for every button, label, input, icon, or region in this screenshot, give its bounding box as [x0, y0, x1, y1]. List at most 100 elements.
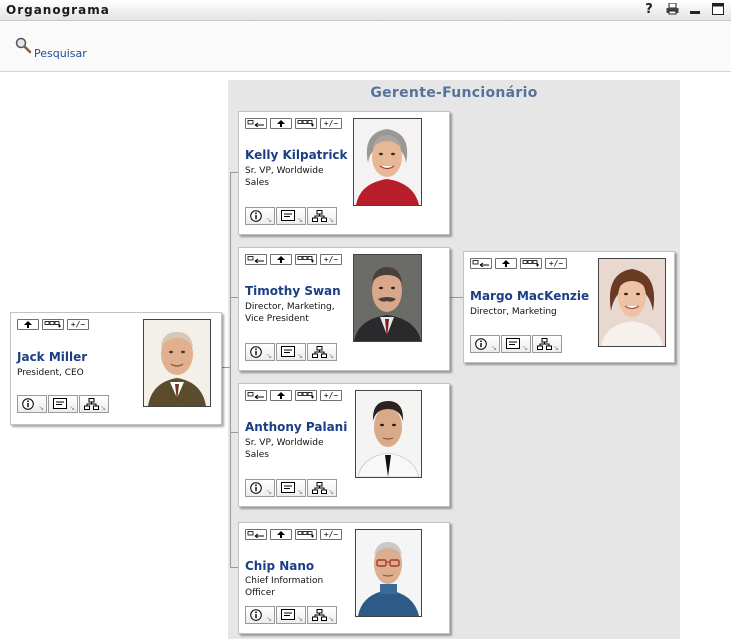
contact-card-button[interactable]: ↘: [48, 395, 78, 413]
search-label: Pesquisar: [34, 47, 87, 60]
org-chart-button[interactable]: ↘: [307, 207, 337, 225]
card-nav: +/−: [245, 529, 342, 540]
person-photo: [598, 258, 666, 347]
person-title: Director, Marketing, Vice President: [245, 301, 335, 325]
info-button[interactable]: ↘: [245, 343, 275, 361]
person-title-line: Officer: [245, 588, 275, 598]
show-manager-button[interactable]: [245, 529, 267, 540]
show-manager-button[interactable]: [245, 254, 267, 265]
show-reports-button[interactable]: [520, 258, 542, 269]
person-name[interactable]: Jack Miller: [17, 350, 87, 364]
person-title-line: Chief Information: [245, 576, 324, 586]
person-title-line: President, CEO: [17, 368, 84, 378]
person-card-margo-mackenzie: +/− Margo MacKenzie Director, Marketing …: [463, 251, 675, 363]
person-card-anthony-palani: +/− Anthony Palani Sr. VP, Worldwide Sal…: [238, 383, 450, 507]
show-reports-button[interactable]: [295, 254, 317, 265]
contact-card-button[interactable]: ↘: [276, 479, 306, 497]
search-link[interactable]: Pesquisar: [15, 37, 87, 60]
contact-card-button[interactable]: ↘: [501, 335, 531, 353]
person-title: President, CEO: [17, 367, 84, 379]
up-level-button[interactable]: [270, 118, 292, 129]
chart-title: Gerente-Funcionário: [370, 85, 538, 101]
org-chart-button[interactable]: ↘: [307, 479, 337, 497]
card-nav: +/−: [17, 319, 89, 330]
print-icon[interactable]: [665, 2, 679, 16]
card-nav: +/−: [245, 118, 342, 129]
expand-collapse-toggle[interactable]: +/−: [545, 258, 567, 269]
up-level-button[interactable]: [495, 258, 517, 269]
up-level-button[interactable]: [17, 319, 39, 330]
expand-collapse-toggle[interactable]: +/−: [320, 254, 342, 265]
person-title-line: Vice President: [245, 314, 309, 324]
info-button[interactable]: ↘: [245, 606, 275, 624]
contact-card-button[interactable]: ↘: [276, 606, 306, 624]
person-title-line: Sales: [245, 178, 269, 188]
person-title-line: Director, Marketing: [470, 307, 557, 317]
person-name[interactable]: Chip Nano: [245, 559, 314, 573]
toolbar: Pesquisar: [0, 21, 731, 72]
magnifier-icon: [15, 37, 33, 59]
person-card-timothy-swan: +/− Timothy Swan Director, Marketing, Vi…: [238, 247, 450, 371]
contact-card-button[interactable]: ↘: [276, 207, 306, 225]
up-level-button[interactable]: [270, 390, 292, 401]
person-title-line: Director, Marketing,: [245, 302, 335, 312]
person-title-line: Sr. VP, Worldwide: [245, 438, 324, 448]
contact-card-button[interactable]: ↘: [276, 343, 306, 361]
person-card-jack-miller: +/− Jack Miller President, CEO ↘ ↘ ↘: [10, 312, 222, 425]
card-actions: ↘ ↘ ↘: [245, 606, 338, 624]
card-actions: ↘ ↘ ↘: [245, 343, 338, 361]
person-title: Sr. VP, Worldwide Sales: [245, 165, 324, 189]
expand-collapse-toggle[interactable]: +/−: [320, 529, 342, 540]
title-bar: Organograma ?: [0, 0, 731, 21]
show-manager-button[interactable]: [470, 258, 492, 269]
person-title: Director, Marketing: [470, 306, 557, 318]
person-name[interactable]: Margo MacKenzie: [470, 289, 589, 303]
show-manager-button[interactable]: [245, 390, 267, 401]
window-controls: ?: [642, 2, 725, 17]
info-button[interactable]: ↘: [470, 335, 500, 353]
person-card-kelly-kilpatrick: +/− Kelly Kilpatrick Sr. VP, Worldwide S…: [238, 111, 450, 235]
person-photo: [353, 254, 422, 342]
card-nav: +/−: [245, 254, 342, 265]
minimize-icon[interactable]: [688, 2, 702, 16]
up-level-button[interactable]: [270, 529, 292, 540]
show-reports-button[interactable]: [42, 319, 64, 330]
org-chart-button[interactable]: ↘: [532, 335, 562, 353]
up-level-button[interactable]: [270, 254, 292, 265]
card-actions: ↘ ↘ ↘: [17, 395, 110, 413]
help-icon[interactable]: ?: [642, 2, 656, 17]
person-title-line: Sales: [245, 450, 269, 460]
show-manager-button[interactable]: [245, 118, 267, 129]
person-photo: [353, 118, 422, 206]
card-nav: +/−: [470, 258, 567, 269]
connector-line: [222, 367, 231, 368]
org-chart-button[interactable]: ↘: [307, 343, 337, 361]
person-photo: [143, 319, 211, 407]
expand-collapse-toggle[interactable]: +/−: [320, 118, 342, 129]
person-photo: [355, 390, 422, 478]
show-reports-button[interactable]: [295, 390, 317, 401]
show-reports-button[interactable]: [295, 529, 317, 540]
org-chart-button[interactable]: ↘: [307, 606, 337, 624]
person-photo: [355, 529, 422, 617]
person-title-line: Sr. VP, Worldwide: [245, 166, 324, 176]
person-name[interactable]: Timothy Swan: [245, 284, 341, 298]
org-chart-button[interactable]: ↘: [79, 395, 109, 413]
info-button[interactable]: ↘: [245, 207, 275, 225]
info-button[interactable]: ↘: [17, 395, 47, 413]
window-title: Organograma: [6, 3, 110, 17]
expand-collapse-toggle[interactable]: +/−: [67, 319, 89, 330]
expand-collapse-toggle[interactable]: +/−: [320, 390, 342, 401]
maximize-icon[interactable]: [711, 2, 725, 16]
person-card-chip-nano: +/− Chip Nano Chief Information Officer …: [238, 522, 450, 634]
card-actions: ↘ ↘ ↘: [245, 207, 338, 225]
show-reports-button[interactable]: [295, 118, 317, 129]
person-name[interactable]: Anthony Palani: [245, 420, 347, 434]
connector-line: [449, 297, 463, 298]
person-title: Chief Information Officer: [245, 575, 323, 599]
info-button[interactable]: ↘: [245, 479, 275, 497]
person-name[interactable]: Kelly Kilpatrick: [245, 148, 348, 162]
connector-line: [230, 172, 231, 567]
person-title: Sr. VP, Worldwide Sales: [245, 437, 324, 461]
card-actions: ↘ ↘ ↘: [470, 335, 563, 353]
